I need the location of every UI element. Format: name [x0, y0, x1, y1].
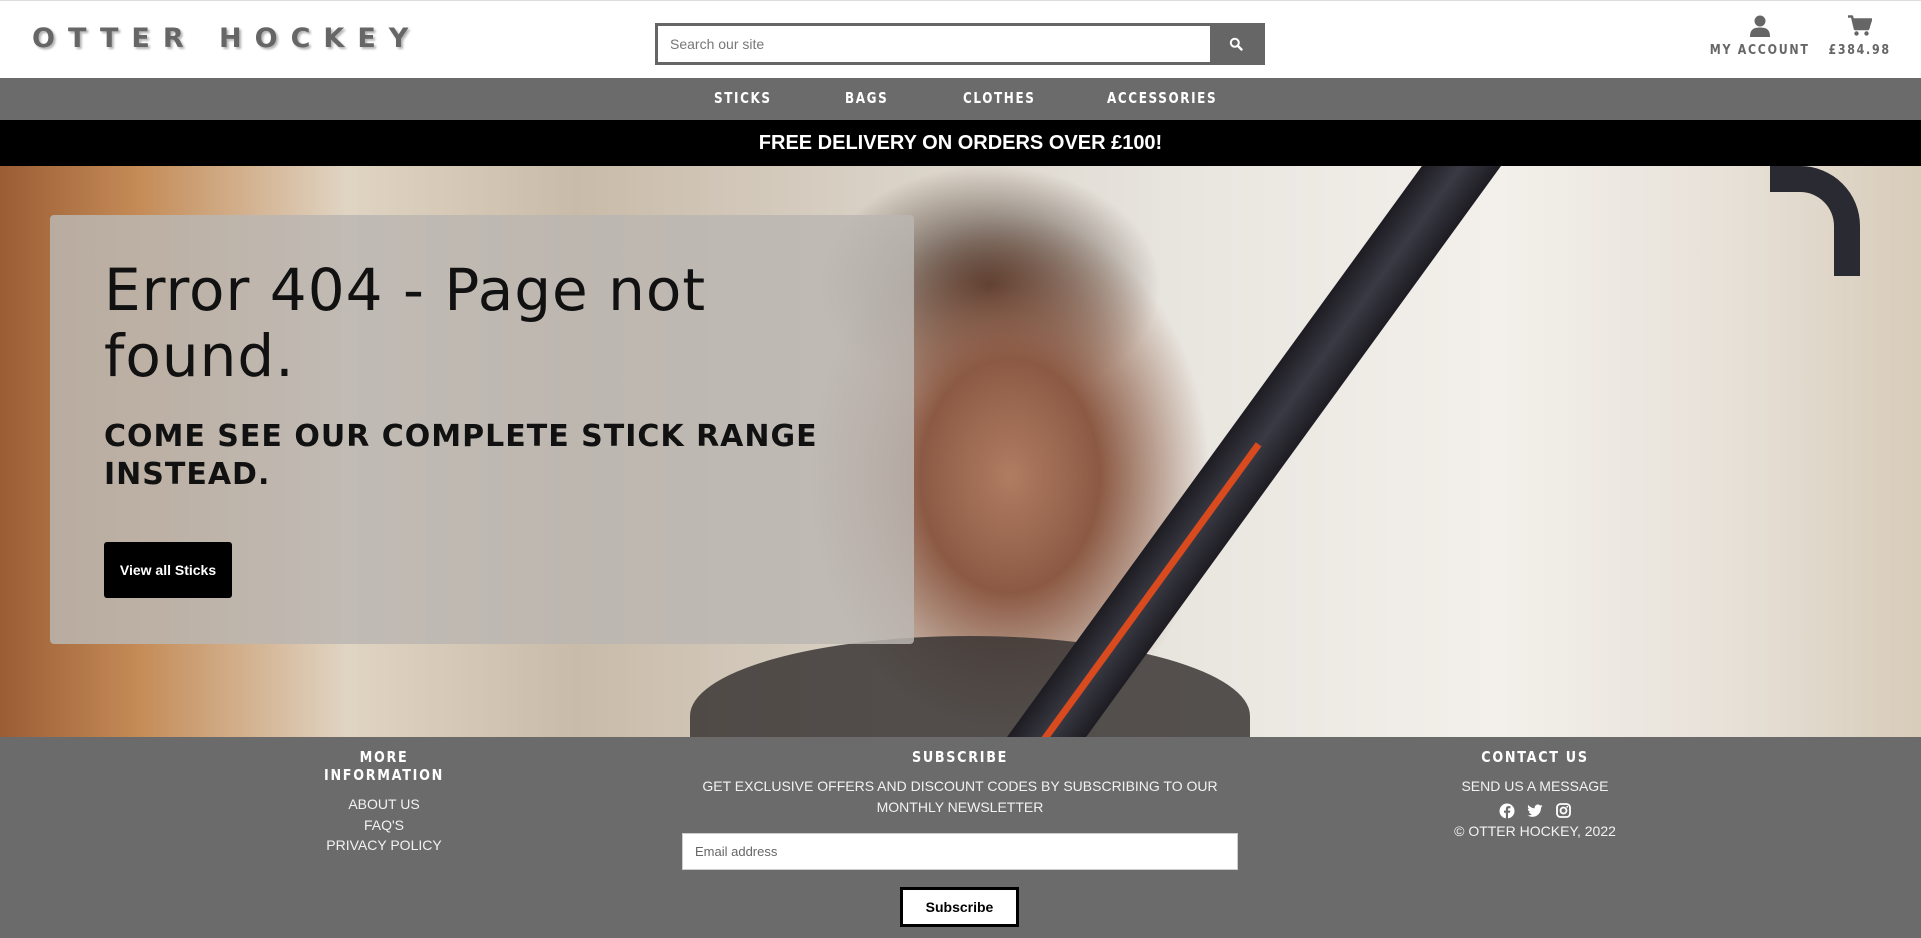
error-title: Error 404 - Page not found.: [104, 256, 707, 390]
error-subtitle: COME SEE OUR COMPLETE STICK RANGE INSTEA…: [104, 419, 818, 492]
nav-item-sticks[interactable]: STICKS: [714, 89, 772, 107]
nav-item-clothes[interactable]: CLOTHES: [963, 89, 1036, 107]
footer-subscribe: SUBSCRIBE GET EXCLUSIVE OFFERS AND DISCO…: [695, 748, 1225, 818]
footer-more-information: MORE INFORMATION ABOUT US FAQ'S PRIVACY …: [284, 748, 484, 856]
twitter-icon[interactable]: [1527, 803, 1543, 819]
delivery-banner-text: FREE DELIVERY ON ORDERS OVER £100!: [758, 131, 1163, 154]
search-input[interactable]: [658, 26, 1212, 62]
search-button[interactable]: [1210, 26, 1262, 62]
search-form: [655, 23, 1265, 65]
site-header: OTTER HOCKEY MY ACCOUNT £384.98: [0, 0, 1921, 78]
site-footer: MORE INFORMATION ABOUT US FAQ'S PRIVACY …: [0, 737, 1921, 938]
delivery-banner: FREE DELIVERY ON ORDERS OVER £100!: [0, 120, 1921, 166]
footer-subscribe-heading: SUBSCRIBE: [911, 748, 1009, 766]
newsletter-email-input[interactable]: [682, 833, 1238, 870]
view-all-sticks-button[interactable]: View all Sticks: [104, 542, 232, 598]
footer-link-about-us[interactable]: ABOUT US: [284, 794, 484, 815]
footer-info-heading: MORE INFORMATION: [323, 748, 445, 784]
hockey-stick-hook: [1770, 166, 1860, 276]
copyright-text: © OTTER HOCKEY, 2022: [1454, 822, 1616, 839]
facebook-icon[interactable]: [1499, 803, 1515, 819]
instagram-icon[interactable]: [1555, 803, 1571, 819]
social-links: [1435, 803, 1635, 819]
error-card: Error 404 - Page not found. COME SEE OUR…: [50, 215, 914, 644]
cart-icon: [1848, 15, 1872, 36]
footer-contact-heading: CONTACT US: [1481, 748, 1589, 766]
my-account-link[interactable]: MY ACCOUNT: [1695, 15, 1825, 58]
subscribe-button[interactable]: Subscribe: [900, 887, 1019, 927]
hero-figure-shirt: [690, 636, 1250, 737]
hero-section: Error 404 - Page not found. COME SEE OUR…: [0, 166, 1921, 737]
nav-item-bags[interactable]: BAGS: [845, 89, 888, 107]
search-icon: [1229, 37, 1243, 51]
cart-link[interactable]: £384.98: [1815, 15, 1905, 58]
footer-subscribe-text: GET EXCLUSIVE OFFERS AND DISCOUNT CODES …: [702, 778, 1218, 815]
user-icon: [1750, 15, 1770, 37]
footer-link-send-message[interactable]: SEND US A MESSAGE: [1435, 776, 1635, 797]
site-logo[interactable]: OTTER HOCKEY: [32, 23, 421, 54]
footer-link-privacy-policy[interactable]: PRIVACY POLICY: [284, 835, 484, 856]
my-account-label: MY ACCOUNT: [1710, 43, 1810, 58]
nav-item-accessories[interactable]: ACCESSORIES: [1107, 89, 1217, 107]
footer-link-faqs[interactable]: FAQ'S: [284, 815, 484, 836]
cart-total: £384.98: [1828, 43, 1892, 58]
footer-contact: CONTACT US SEND US A MESSAGE © OTTER HOC…: [1435, 748, 1635, 839]
main-nav: STICKS BAGS CLOTHES ACCESSORIES: [0, 78, 1921, 120]
